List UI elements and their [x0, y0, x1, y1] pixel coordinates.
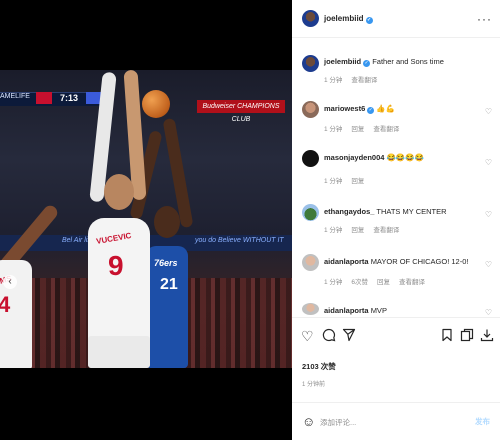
post-detail-panel: joelembiid ✓ ··· joelembiid ✓ Father and S… [292, 0, 500, 440]
more-dots-icon[interactable]: ··· [477, 12, 492, 26]
send-icon[interactable] [342, 328, 356, 345]
comment-username[interactable]: masonjayden004 [324, 153, 384, 162]
author-username[interactable]: joelembiid ✓ [324, 14, 373, 24]
verified-badge-icon: ✓ [365, 17, 373, 24]
comment-like-heart-icon[interactable]: ♡ [485, 260, 492, 269]
likes-count[interactable]: 2103 次赞 [302, 361, 336, 372]
comment-reply-link[interactable]: 回复 [377, 279, 390, 286]
comment-translate-link[interactable]: 查看翻译 [399, 279, 425, 286]
caption-time[interactable]: 1 分钟 [324, 77, 342, 84]
comment-avatar[interactable] [302, 150, 319, 167]
comment-text-line: aidanlaporta MAYOR OF CHICAGO! 12-0! [324, 257, 468, 266]
verified-badge-icon: ✓ [367, 107, 375, 114]
comment-input[interactable] [320, 415, 460, 429]
comment-time[interactable]: 1 分钟 [324, 279, 342, 286]
post-media[interactable]: AMELIFE 7:13 Budweiser CHAMPIONS CLUB Be… [0, 0, 292, 440]
caption-meta: 1 分钟 查看翻译 [324, 74, 386, 84]
comment-avatar[interactable] [302, 254, 319, 271]
chevron-left-icon[interactable]: ‹ [3, 275, 17, 289]
verified-badge-icon: ✓ [363, 60, 371, 67]
author-avatar[interactable] [302, 10, 319, 27]
comment-like-heart-icon[interactable]: ♡ [485, 158, 492, 167]
post-header: joelembiid ✓ ··· [292, 0, 500, 38]
right-player-team-text: 76ers [154, 258, 178, 268]
comment-like-heart-icon[interactable]: ♡ [485, 210, 492, 219]
mid-player-shorts [88, 336, 150, 368]
basketball [142, 90, 170, 118]
ribbon-text-right: you do Believe WITHOUT IT [195, 237, 284, 244]
comment-username[interactable]: mariowest6 [324, 104, 365, 113]
comment-avatar[interactable] [302, 303, 319, 315]
comment-username[interactable]: ethangaydos_ [324, 207, 374, 216]
comment-avatar[interactable] [302, 204, 319, 221]
comment-time[interactable]: 1 分钟 [324, 227, 342, 234]
left-player-number: 4 [0, 292, 11, 317]
comment-text-line: ethangaydos_ THATS MY CENTER [324, 207, 447, 216]
comment-reply-link[interactable]: 回复 [351, 126, 364, 133]
comment-text-line: aidanlaporta MVP [324, 306, 387, 315]
posted-ago: 1 分钟前 [302, 382, 326, 388]
comment-text: 😂😂😂😂 [386, 153, 424, 162]
comment-text: MVP [370, 306, 387, 315]
copy-icon[interactable] [460, 328, 474, 345]
heart-icon[interactable]: ♡ [301, 328, 314, 344]
comment-text-line: mariowest6 ✓ 👍💪 [324, 104, 395, 114]
comment-time[interactable]: 1 分钟 [324, 126, 342, 133]
comment-meta: 1 分钟 回复 [324, 175, 373, 185]
post-photo: AMELIFE 7:13 Budweiser CHAMPIONS CLUB Be… [0, 70, 292, 368]
comment-text: THATS MY CENTER [376, 207, 447, 216]
comment-translate-link[interactable]: 查看翻译 [373, 227, 399, 234]
scoreboard-clock: 7:13 [60, 93, 79, 103]
comment-text: 👍💪 [376, 104, 396, 113]
caption-text-line: joelembiid ✓ Father and Sons time [324, 57, 444, 67]
comment-meta: 1 分钟 回复 查看翻译 [324, 123, 408, 133]
mid-player-number: 9 [108, 250, 124, 281]
author-username-text[interactable]: joelembiid [324, 14, 364, 23]
comment-text-line: masonjayden004 😂😂😂😂 [324, 153, 424, 162]
comment-username[interactable]: aidanlaporta [324, 306, 369, 315]
comment-likes-count[interactable]: 6次赞 [351, 279, 368, 286]
comment-reply-link[interactable]: 回复 [351, 178, 364, 185]
comment-meta: 1 分钟 回复 查看翻译 [324, 224, 408, 234]
smiley-icon[interactable]: ☺ [302, 414, 315, 429]
comment-reply-link[interactable]: 回复 [351, 227, 364, 234]
comment-like-heart-icon[interactable]: ♡ [485, 308, 492, 317]
bookmark-icon[interactable] [441, 328, 453, 345]
comment-text: MAYOR OF CHICAGO! 12-0! [370, 257, 469, 266]
comment-avatar[interactable] [302, 101, 319, 118]
post-comment-button[interactable]: 发布 [475, 416, 490, 427]
right-player-number: 21 [160, 276, 178, 293]
add-comment-bar: ☺ 发布 [292, 402, 500, 440]
caption-username[interactable]: joelembiid [324, 57, 361, 66]
comment-username[interactable]: aidanlaporta [324, 257, 369, 266]
caption-translate-link[interactable]: 查看翻译 [351, 77, 377, 84]
comment-like-heart-icon[interactable]: ♡ [485, 107, 492, 116]
arena-banner: Budweiser CHAMPIONS CLUB [197, 100, 285, 123]
comment-icon[interactable] [322, 328, 336, 345]
download-icon[interactable] [480, 328, 494, 345]
post-action-bar: ♡ [292, 317, 500, 357]
comment-time[interactable]: 1 分钟 [324, 178, 342, 185]
right-player-head [154, 206, 180, 238]
caption-text: Father and Sons time [372, 57, 444, 66]
scoreboard-text: AMELIFE [0, 93, 30, 100]
scoreboard-team-logo [36, 92, 52, 104]
comment-meta: 1 分钟 6次赞 回复 查看翻译 [324, 276, 434, 286]
caption-avatar[interactable] [302, 55, 319, 72]
comment-translate-link[interactable]: 查看翻译 [373, 126, 399, 133]
mid-player-head [104, 174, 134, 210]
